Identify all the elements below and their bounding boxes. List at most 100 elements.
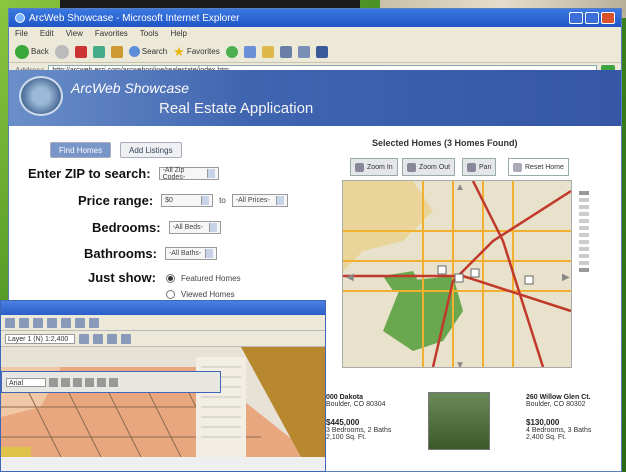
menu-bar: File Edit View Favorites Tools Help bbox=[9, 27, 621, 41]
search-button[interactable]: Search bbox=[128, 46, 167, 57]
listing-address: 260 Willow Glen Ct. bbox=[526, 394, 591, 401]
close-button[interactable] bbox=[601, 12, 615, 24]
tool-icon[interactable] bbox=[79, 333, 89, 344]
zoom-step[interactable] bbox=[579, 240, 589, 244]
zoom-in-button[interactable]: Zoom In bbox=[350, 158, 398, 176]
back-button[interactable]: Back bbox=[15, 44, 49, 59]
tool-icon[interactable] bbox=[5, 317, 15, 328]
refresh-icon[interactable] bbox=[92, 45, 105, 58]
reset-label: Reset Home bbox=[525, 163, 564, 171]
zoom-step[interactable] bbox=[579, 198, 589, 202]
tool-icon[interactable] bbox=[19, 317, 29, 328]
tab-add-listings[interactable]: Add Listings bbox=[120, 142, 182, 158]
home-icon[interactable] bbox=[110, 45, 123, 58]
tool-icon[interactable] bbox=[85, 377, 94, 387]
radio-viewed[interactable]: Viewed Homes bbox=[166, 290, 235, 299]
ie-icon bbox=[15, 13, 25, 23]
tool-icon[interactable] bbox=[61, 377, 70, 387]
menu-favorites[interactable]: Favorites bbox=[95, 29, 128, 39]
tool-icon[interactable] bbox=[47, 317, 57, 328]
menu-tools[interactable]: Tools bbox=[140, 29, 159, 39]
map-view[interactable] bbox=[342, 180, 572, 368]
street-map bbox=[343, 180, 572, 368]
pan-up-icon[interactable]: ▲ bbox=[455, 182, 465, 193]
pan-button[interactable]: Pan bbox=[462, 158, 497, 176]
radio-featured[interactable]: Featured Homes bbox=[166, 274, 241, 283]
app-name: ArcWeb Showcase bbox=[71, 80, 190, 96]
bathrooms-select[interactable]: -All Baths- bbox=[164, 247, 217, 260]
tool-icon[interactable] bbox=[33, 317, 43, 328]
favorites-button[interactable]: ★ Favorites bbox=[173, 44, 220, 60]
gis-toolbar-2: Layer 1 (N) 1:2,400 bbox=[1, 331, 325, 347]
listing-1[interactable]: 000 Dakota Boulder, CO 80304 $445,000 3 … bbox=[326, 394, 391, 441]
tool-icon[interactable] bbox=[97, 377, 106, 387]
tool-icon[interactable] bbox=[89, 317, 99, 328]
pan-right-icon[interactable]: ▶ bbox=[562, 272, 572, 283]
font-combo[interactable]: Arial bbox=[6, 377, 46, 387]
history-icon[interactable] bbox=[243, 45, 256, 58]
listing-photo[interactable] bbox=[428, 392, 490, 450]
price-min-select[interactable]: $0 bbox=[161, 194, 214, 207]
tool-icon[interactable] bbox=[73, 377, 82, 387]
zoom-step[interactable] bbox=[579, 254, 589, 258]
menu-view[interactable]: View bbox=[66, 29, 83, 39]
tool-icon[interactable] bbox=[93, 333, 103, 344]
zoom-step[interactable] bbox=[579, 268, 589, 272]
zoom-out-button[interactable]: Zoom Out bbox=[402, 158, 456, 176]
minimize-button[interactable] bbox=[569, 12, 583, 24]
chevron-down-icon bbox=[208, 223, 217, 232]
forward-icon[interactable] bbox=[54, 44, 69, 59]
results-panel: 000 Dakota Boulder, CO 80304 $445,000 3 … bbox=[320, 380, 614, 464]
listing-2[interactable]: 260 Willow Glen Ct. Boulder, CO 80302 $1… bbox=[526, 394, 591, 441]
star-icon: ★ bbox=[173, 43, 185, 59]
edit-icon[interactable] bbox=[297, 45, 310, 58]
back-label: Back bbox=[31, 47, 49, 56]
zoom-step[interactable] bbox=[579, 247, 589, 251]
browser-titlebar: ArcWeb Showcase - Microsoft Internet Exp… bbox=[9, 9, 621, 27]
chevron-down-icon bbox=[207, 169, 215, 178]
mail-icon[interactable] bbox=[261, 45, 274, 58]
stop-icon[interactable] bbox=[74, 45, 87, 58]
reset-button[interactable]: Reset Home bbox=[508, 158, 569, 176]
price-max-select[interactable]: -All Prices- bbox=[231, 194, 288, 207]
menu-edit[interactable]: Edit bbox=[40, 29, 54, 39]
tool-icon[interactable] bbox=[109, 377, 118, 387]
bedrooms-select[interactable]: -All Beds- bbox=[168, 221, 221, 234]
zoom-step[interactable] bbox=[579, 233, 589, 237]
tab-find-homes[interactable]: Find Homes bbox=[50, 142, 112, 158]
globe-logo-icon bbox=[19, 76, 63, 116]
tool-icon[interactable] bbox=[107, 333, 117, 344]
radio-button[interactable] bbox=[166, 290, 175, 299]
zoom-step[interactable] bbox=[579, 191, 589, 195]
radio-button[interactable] bbox=[166, 274, 175, 283]
zoom-slider[interactable] bbox=[577, 188, 591, 348]
home-marker[interactable] bbox=[454, 273, 464, 283]
tool-icon[interactable] bbox=[121, 333, 131, 344]
listing-details: 3 Bedrooms, 2 Baths bbox=[326, 427, 392, 434]
tool-icon[interactable] bbox=[61, 317, 71, 328]
home-marker[interactable] bbox=[437, 265, 447, 275]
zoom-step[interactable] bbox=[579, 219, 589, 223]
zoom-step[interactable] bbox=[579, 261, 589, 265]
zoom-step[interactable] bbox=[579, 205, 589, 209]
media-icon[interactable] bbox=[225, 45, 238, 58]
pan-down-icon[interactable]: ▼ bbox=[455, 360, 465, 371]
just-show-label: Just show: bbox=[88, 270, 156, 285]
zoom-step[interactable] bbox=[579, 212, 589, 216]
pan-left-icon[interactable]: ◀ bbox=[346, 272, 356, 283]
menu-file[interactable]: File bbox=[15, 29, 28, 39]
zip-select[interactable]: -All Zip Codes- bbox=[158, 167, 219, 181]
bedrooms-label: Bedrooms: bbox=[92, 220, 161, 235]
tool-icon[interactable] bbox=[75, 317, 85, 328]
bedrooms-value: -All Beds- bbox=[172, 224, 203, 231]
menu-help[interactable]: Help bbox=[170, 29, 186, 39]
app-header: ArcWeb Showcase Real Estate Application bbox=[9, 70, 621, 126]
layer-combo[interactable]: Layer 1 (N) 1:2,400 bbox=[5, 333, 75, 344]
tool-icon[interactable] bbox=[49, 377, 58, 387]
maximize-button[interactable] bbox=[585, 12, 599, 24]
home-marker[interactable] bbox=[524, 275, 534, 285]
messenger-icon[interactable] bbox=[315, 45, 328, 58]
print-icon[interactable] bbox=[279, 45, 292, 58]
zoom-step[interactable] bbox=[579, 226, 589, 230]
home-marker[interactable] bbox=[470, 268, 480, 278]
